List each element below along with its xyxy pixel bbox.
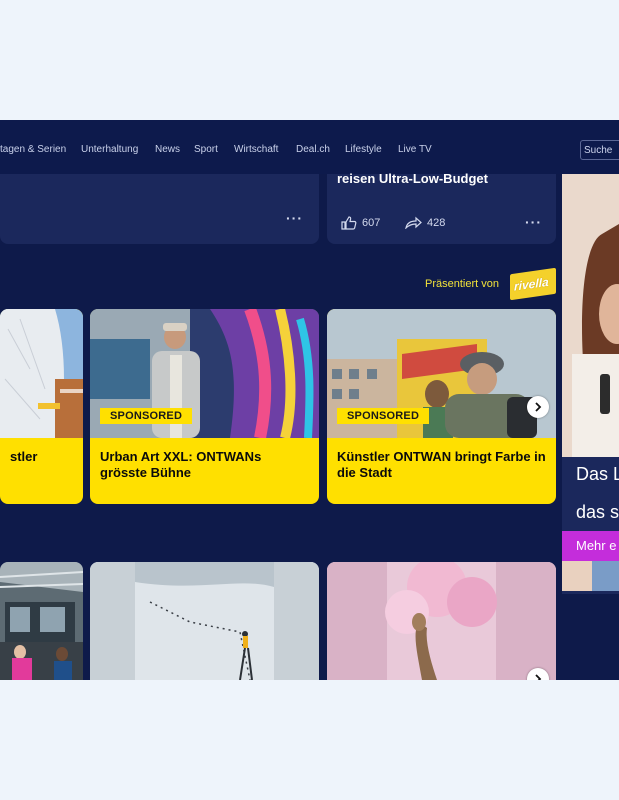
rivella-logo-text: rivella [514, 274, 549, 294]
article-title: reisen Ultra-Low-Budget [337, 171, 488, 186]
thumbs-up-icon [341, 216, 357, 230]
ad-headline-line1: Das L [576, 464, 619, 484]
more-dots-icon[interactable]: ··· [525, 214, 542, 230]
sponsored-card[interactable]: SPONSORED Urban Art XXL: ONTWANs grösste… [90, 309, 319, 504]
chevron-right-icon [535, 402, 542, 412]
sponsored-title: Urban Art XXL: ONTWANs grösste Bühne [100, 449, 262, 480]
next-slide-button[interactable] [527, 396, 549, 418]
share-count: 428 [427, 216, 446, 229]
ad-more-button[interactable]: Mehr e [562, 531, 619, 561]
sponsored-title: Künstler ONTWAN bringt Farbe in die Stad… [337, 449, 546, 480]
main-navigation: tagen & Serien Unterhaltung News Sport W… [0, 120, 619, 174]
ad-image [562, 174, 619, 457]
nav-item-lifestyle[interactable]: Lifestyle [345, 144, 382, 155]
article-tile[interactable] [0, 562, 83, 680]
nav-item-news[interactable]: News [155, 144, 180, 155]
more-dots-icon[interactable]: ··· [286, 210, 303, 226]
advertisement-banner[interactable]: Das L das s Mehr e [562, 174, 619, 594]
nav-item-filme-serien[interactable]: tagen & Serien [0, 144, 66, 155]
sponsored-card[interactable]: SPONSORED Künstler ONTWAN bringt Farbe i… [327, 309, 556, 504]
share-button[interactable]: 428 [405, 216, 445, 229]
article-card[interactable]: reisen Ultra-Low-Budget 607 428 ··· [327, 171, 556, 244]
nav-item-deal[interactable]: Deal.ch [296, 144, 330, 155]
article-tile[interactable] [90, 562, 319, 680]
nav-item-sport[interactable]: Sport [194, 144, 218, 155]
ad-footer-image [562, 561, 619, 591]
nav-item-wirtschaft[interactable]: Wirtschaft [234, 144, 278, 155]
sponsored-card[interactable]: stler [0, 309, 83, 504]
search-input[interactable] [580, 140, 619, 160]
nav-item-live-tv[interactable]: Live TV [398, 144, 432, 155]
share-arrow-icon [405, 216, 422, 229]
sponsored-title: stler [10, 449, 38, 464]
rivella-logo[interactable]: rivella [510, 267, 556, 301]
sponsored-badge: SPONSORED [100, 408, 193, 424]
article-tile[interactable] [327, 562, 556, 680]
like-button[interactable]: 607 [341, 216, 380, 230]
article-image [327, 562, 556, 680]
article-image [90, 562, 319, 680]
presented-by-label: Präsentiert von [425, 278, 499, 290]
ad-headline-line2: das s [576, 502, 619, 522]
article-image [0, 309, 83, 438]
like-count: 607 [362, 217, 381, 229]
article-image [0, 562, 83, 680]
app-frame: tagen & Serien Unterhaltung News Sport W… [0, 120, 619, 680]
article-card[interactable]: ··· [0, 174, 319, 244]
nav-item-unterhaltung[interactable]: Unterhaltung [81, 144, 138, 155]
chevron-right-icon [535, 674, 542, 680]
ad-footer-graphic [592, 561, 619, 591]
ad-button-label: Mehr e [576, 538, 617, 553]
sponsored-badge: SPONSORED [337, 408, 430, 424]
